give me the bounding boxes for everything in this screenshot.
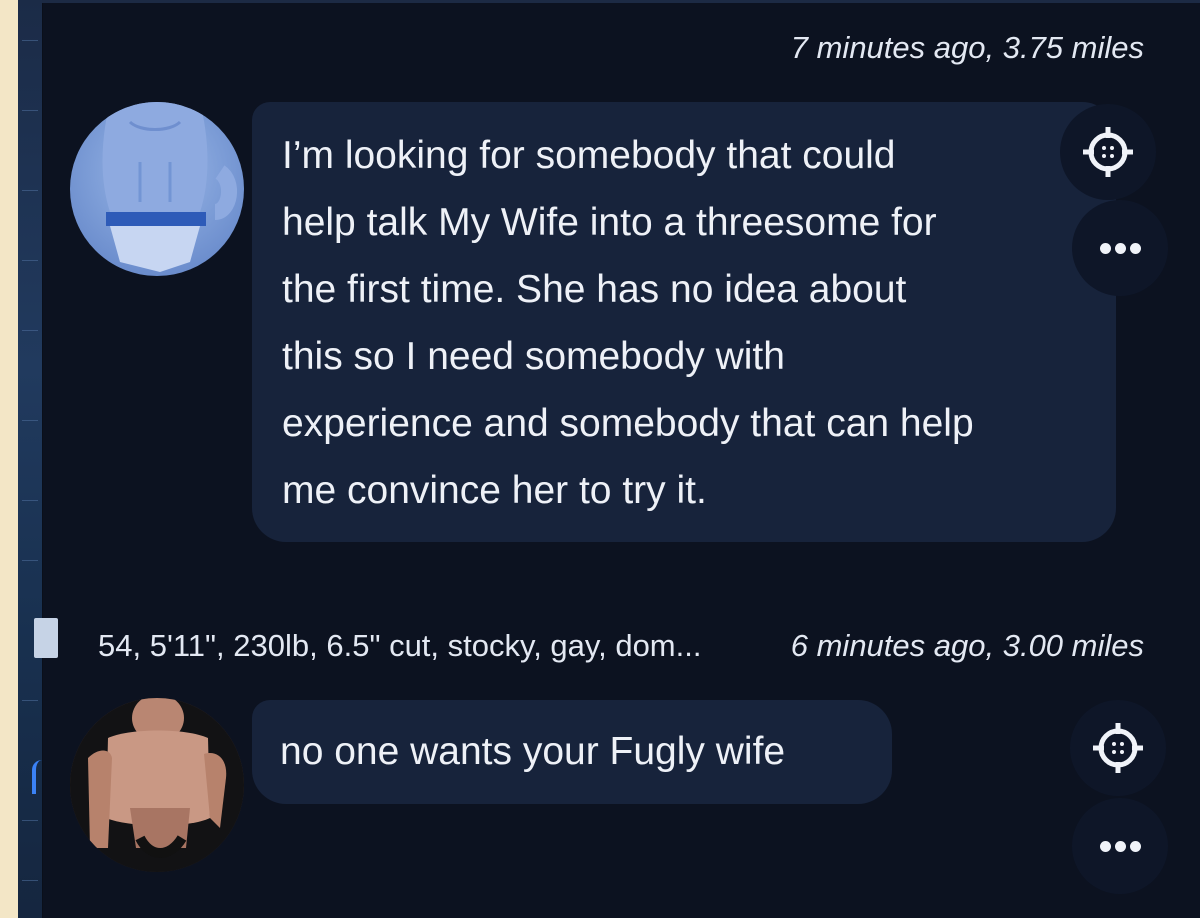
message-line: experience and somebody that can help bbox=[282, 402, 974, 445]
more-options-button[interactable] bbox=[1072, 798, 1168, 894]
message-1-timestamp: 7 minutes ago, 3.75 miles bbox=[790, 30, 1144, 65]
map-edge bbox=[18, 0, 58, 918]
message-bubble[interactable]: I’m looking for somebody that could help… bbox=[252, 102, 1116, 542]
message-bubble[interactable]: no one wants your Fugly wife bbox=[252, 700, 892, 804]
message-text: no one wants your Fugly wife bbox=[280, 730, 786, 773]
message-line: help talk My Wife into a threesome for bbox=[282, 201, 937, 244]
locate-button[interactable] bbox=[1060, 104, 1156, 200]
map-route-line bbox=[32, 760, 52, 794]
more-options-button[interactable] bbox=[1072, 200, 1168, 296]
locate-button[interactable] bbox=[1070, 700, 1166, 796]
avatar[interactable] bbox=[70, 102, 244, 276]
map-tab bbox=[34, 618, 58, 658]
message-line: this so I need somebody with bbox=[282, 335, 785, 378]
locate-icon bbox=[1093, 723, 1143, 773]
avatar[interactable] bbox=[70, 698, 244, 872]
avatar-image bbox=[102, 102, 237, 272]
locate-icon bbox=[1083, 127, 1133, 177]
message-2-timestamp: 6 minutes ago, 3.00 miles bbox=[790, 628, 1144, 663]
profile-summary: 54, 5'11", 230lb, 6.5" cut, stocky, gay,… bbox=[98, 628, 702, 663]
message-line: me convince her to try it. bbox=[282, 469, 707, 512]
message-line: the first time. She has no idea about bbox=[282, 268, 907, 311]
top-border bbox=[42, 0, 1200, 3]
left-edge-strip bbox=[0, 0, 18, 918]
avatar-image bbox=[70, 698, 244, 872]
more-options-icon bbox=[1099, 840, 1141, 852]
message-line: I’m looking for somebody that could bbox=[282, 134, 896, 177]
more-options-icon bbox=[1099, 242, 1141, 254]
